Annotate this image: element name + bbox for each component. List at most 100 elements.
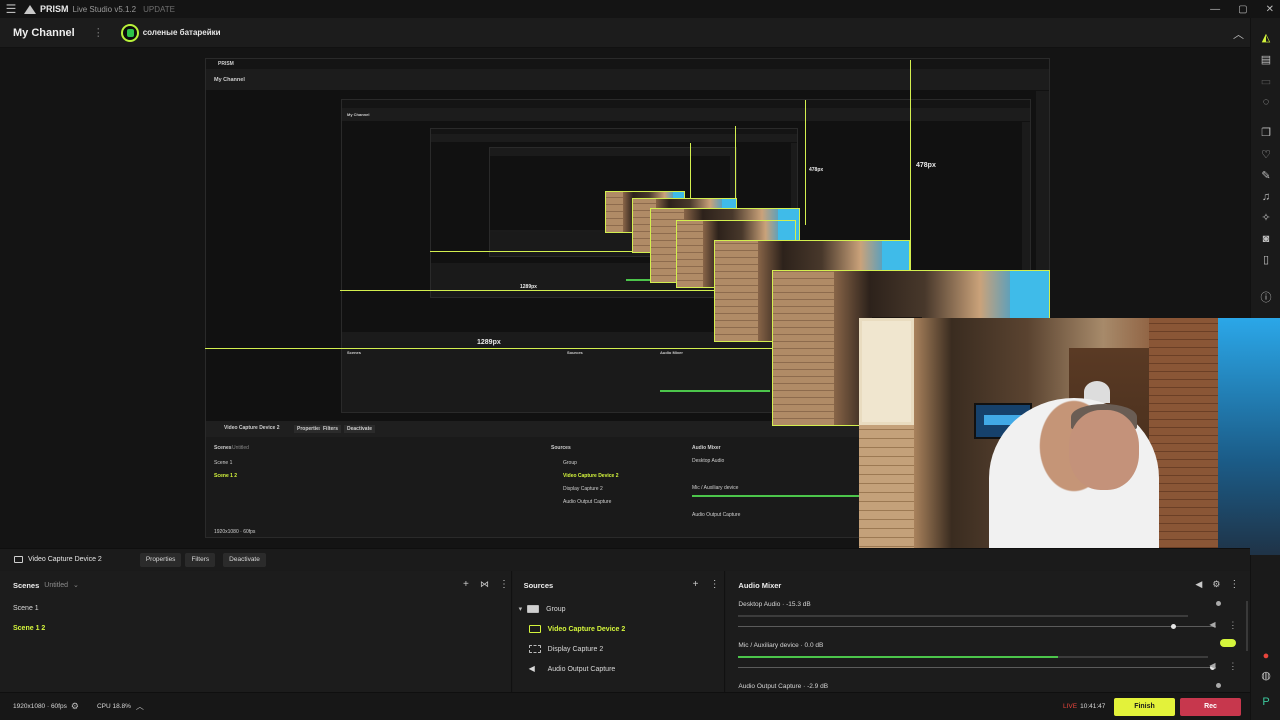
display-capture-icon bbox=[528, 645, 541, 653]
update-link[interactable]: UPDATE bbox=[143, 5, 175, 14]
live-timer: LIVE 10:41:47 bbox=[1063, 703, 1105, 710]
alert-icon[interactable]: ⓘ bbox=[1258, 290, 1274, 306]
mixer-scrollbar[interactable] bbox=[1246, 601, 1248, 651]
transition-icon[interactable]: ⋈ bbox=[480, 579, 489, 590]
heart-icon[interactable]: ♡ bbox=[1258, 147, 1274, 163]
scene-item[interactable]: Scene 1 bbox=[0, 599, 511, 619]
toggle-knob[interactable] bbox=[1216, 601, 1222, 606]
live-tag: LIVE bbox=[1063, 703, 1078, 710]
video-capture-icon bbox=[528, 625, 541, 633]
my-channel-label[interactable]: My Channel bbox=[13, 27, 75, 39]
gear-icon[interactable]: ⚙ bbox=[1212, 579, 1220, 590]
sources-dock: Sources + ⋮ ▾ Group Video Capture Device… bbox=[512, 571, 726, 692]
cpu-usage: CPU 18.8% bbox=[96, 703, 131, 710]
channel-bar: My Channel ⋮ соленые батарейки ︿ bbox=[0, 18, 1250, 48]
prism-lens-icon[interactable]: ◭ bbox=[1258, 30, 1274, 46]
nested-sources-title: Sources bbox=[551, 445, 571, 451]
effects-icon[interactable]: ✧ bbox=[1258, 210, 1274, 226]
hamburger-menu-icon[interactable]: ☰ bbox=[0, 2, 22, 16]
mixer-more-icon[interactable]: ⋮ bbox=[1229, 579, 1239, 590]
channel-more-icon[interactable]: ⋮ bbox=[1228, 661, 1237, 672]
width-label-small: 1289px bbox=[520, 284, 537, 290]
add-source-icon[interactable]: + bbox=[693, 579, 699, 590]
source-label: Video Capture Device 2 bbox=[547, 625, 626, 633]
speaker-icon: ◀ bbox=[528, 664, 535, 673]
speaker-icon[interactable]: ◀ bbox=[1209, 620, 1215, 629]
width-guide-line bbox=[205, 348, 775, 349]
source-item[interactable]: ◀ Audio Output Capture bbox=[513, 659, 725, 679]
camera-icon[interactable]: ◙ bbox=[1258, 231, 1274, 247]
level-meter bbox=[738, 656, 1209, 658]
slider-knob[interactable] bbox=[1171, 624, 1177, 629]
width-guide-line-2 bbox=[340, 290, 770, 291]
width-label: 1289px bbox=[477, 339, 501, 346]
monitor-toggle[interactable] bbox=[1220, 639, 1237, 647]
properties-button[interactable]: Properties bbox=[139, 552, 182, 567]
height-guide-line bbox=[910, 60, 911, 270]
gear-icon[interactable]: ⚙ bbox=[71, 701, 79, 712]
close-icon[interactable]: ✕ bbox=[1266, 4, 1274, 15]
nested-group: Group bbox=[563, 460, 577, 466]
source-label: Group bbox=[546, 605, 566, 613]
chevron-up-icon[interactable]: ︿ bbox=[1233, 26, 1244, 42]
copy-icon[interactable]: ❐ bbox=[1258, 125, 1274, 141]
add-scene-icon[interactable]: + bbox=[463, 579, 469, 590]
prism-logo-icon bbox=[24, 4, 36, 14]
chevron-up-icon[interactable]: ︿ bbox=[136, 701, 144, 712]
nested-vcd: Video Capture Device 2 bbox=[563, 473, 619, 479]
nested-aoc: Audio Output Capture bbox=[563, 499, 612, 505]
layout-icon[interactable]: ▤ bbox=[1258, 52, 1274, 68]
nested-scene2: Scene 1 2 bbox=[214, 473, 238, 479]
plus-badge-icon[interactable]: P bbox=[1258, 694, 1274, 710]
nested-desk: Desktop Audio bbox=[692, 458, 725, 464]
status-bar: 1920x1080 · 60fps ⚙ CPU 18.8% ︿ LIVE 10:4… bbox=[0, 692, 1250, 720]
source-item-active[interactable]: Video Capture Device 2 bbox=[513, 619, 725, 639]
source-item[interactable]: Display Capture 2 bbox=[513, 639, 725, 659]
speaker-icon[interactable]: ◀ bbox=[1195, 579, 1202, 590]
caret-down-icon[interactable]: ▾ bbox=[519, 605, 523, 613]
filters-button[interactable]: Filters bbox=[185, 552, 216, 567]
source-toolbar: Video Capture Device 2 Properties Filter… bbox=[0, 548, 1250, 570]
nested-scenes-title: Scenes bbox=[214, 445, 232, 451]
source-group[interactable]: ▾ Group bbox=[513, 599, 725, 619]
volume-slider[interactable] bbox=[738, 626, 1217, 627]
volume-slider[interactable] bbox=[738, 667, 1217, 668]
nested-dc: Display Capture 2 bbox=[563, 486, 603, 492]
music-icon[interactable]: ♫ bbox=[1258, 189, 1274, 205]
sources-more-icon[interactable]: ⋮ bbox=[710, 579, 720, 590]
title-bar: ☰ PRISM Live Studio v5.1.2 UPDATE — ▢ ✕ bbox=[0, 0, 1280, 18]
height-guide-line-4 bbox=[690, 143, 691, 203]
prism-lens-small-icon[interactable]: ◍ bbox=[1258, 668, 1274, 684]
channel-chip[interactable]: соленые батарейки bbox=[120, 23, 221, 42]
video-capture-icon bbox=[14, 556, 23, 563]
audio-mixer-dock: Audio Mixer ◀ ⚙ ⋮ Desktop Audio · -15.3 … bbox=[726, 571, 1250, 692]
nested-channel-label: My Channel bbox=[214, 77, 245, 83]
nested2-channel-label: My Channel bbox=[347, 112, 370, 117]
height-label: 478px bbox=[916, 162, 936, 169]
chat-icon[interactable]: ◌ bbox=[1258, 94, 1274, 110]
sticker-icon[interactable]: ✎ bbox=[1258, 168, 1274, 184]
rec-button[interactable]: Rec bbox=[1180, 698, 1241, 716]
mic-icon[interactable]: ▯ bbox=[1258, 252, 1274, 268]
camera-feed[interactable] bbox=[859, 318, 1280, 555]
chevron-down-icon[interactable]: ⌄ bbox=[73, 581, 79, 589]
scene-item-active[interactable]: Scene 1 2 bbox=[0, 619, 511, 639]
channel-more-icon[interactable]: ⋮ bbox=[1228, 620, 1237, 631]
channel-name: соленые батарейки bbox=[142, 28, 221, 37]
preview-canvas[interactable]: PRISM My Channel Video Capture Device 2 … bbox=[0, 48, 1280, 555]
notification-icon[interactable]: ● bbox=[1258, 648, 1274, 664]
toggle-knob[interactable] bbox=[1216, 683, 1222, 688]
mixer-title: Audio Mixer bbox=[738, 580, 782, 590]
mixer-channels: Desktop Audio · -15.3 dB ◀ ⋮ Mic / Auxil… bbox=[738, 599, 1240, 692]
scene-collection-select[interactable]: Untitled bbox=[44, 582, 68, 589]
channel-avatar bbox=[120, 23, 139, 42]
maximize-icon[interactable]: ▢ bbox=[1238, 4, 1247, 15]
selected-source: Video Capture Device 2 bbox=[14, 556, 102, 563]
minimize-icon[interactable]: — bbox=[1210, 4, 1220, 15]
speaker-icon[interactable]: ◀ bbox=[1209, 661, 1215, 670]
more-options-icon[interactable]: ⋮ bbox=[93, 26, 104, 39]
finish-button[interactable]: Finish bbox=[1114, 698, 1175, 716]
deactivate-button[interactable]: Deactivate bbox=[223, 552, 266, 567]
height-guide-line-2 bbox=[805, 100, 806, 225]
scenes-more-icon[interactable]: ⋮ bbox=[499, 579, 509, 590]
